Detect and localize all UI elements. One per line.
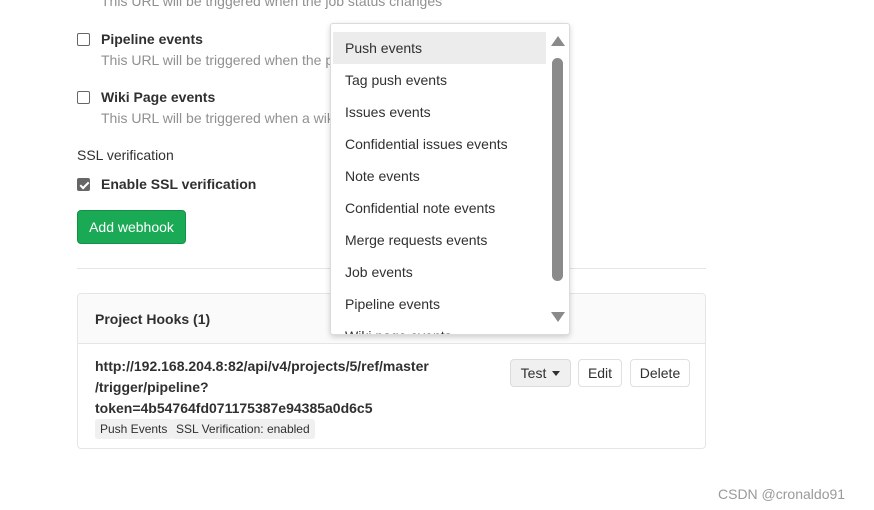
dropdown-item-merge-requests-events[interactable]: Merge requests events [333,224,546,256]
edit-button[interactable]: Edit [578,359,622,387]
dropdown-item-job-events[interactable]: Job events [333,256,546,288]
dropdown-item-confidential-note-events[interactable]: Confidential note events [333,192,546,224]
add-webhook-button[interactable]: Add webhook [77,210,186,244]
pipeline-events-help: This URL will be triggered when the p [101,52,334,68]
scroll-up-arrow-icon[interactable] [551,36,565,46]
dropdown-item-tag-push-events[interactable]: Tag push events [333,64,546,96]
wiki-events-checkbox[interactable] [77,91,90,104]
wiki-events-label[interactable]: Wiki Page events [101,89,215,105]
test-dropdown-button[interactable]: Test [510,359,571,387]
ssl-checkbox[interactable] [77,178,90,191]
dropdown-item-wiki-page-events[interactable]: Wiki page events [333,320,546,334]
hook-url-line-3: token=4b54764fd071175387e94385a0d6c5 [95,400,373,416]
ssl-verification-badge: SSL Verification: enabled [171,419,315,439]
hook-url-line-1: http://192.168.204.8:82/api/v4/projects/… [95,358,429,374]
scroll-down-arrow-icon[interactable] [551,312,565,322]
panel-title: Project Hooks (1) [95,311,211,327]
scrollbar-thumb[interactable] [552,58,563,281]
dropdown-item-note-events[interactable]: Note events [333,160,546,192]
ssl-label[interactable]: Enable SSL verification [101,176,256,192]
hook-url-line-2: /trigger/pipeline? [95,379,209,395]
caret-down-icon [552,370,561,376]
dropdown-item-pipeline-events[interactable]: Pipeline events [333,288,546,320]
dropdown-item-push-events[interactable]: Push events [333,32,546,64]
test-dropdown-menu: Push events Tag push events Issues event… [330,23,570,335]
pipeline-events-checkbox[interactable] [77,33,90,46]
ssl-section-label: SSL verification [77,147,174,163]
dropdown-item-issues-events[interactable]: Issues events [333,96,546,128]
push-events-badge: Push Events [95,419,173,439]
wiki-events-help: This URL will be triggered when a wik [101,110,334,126]
pipeline-events-label[interactable]: Pipeline events [101,31,203,47]
watermark: CSDN @cronaldo91 [718,486,846,502]
test-button-label: Test [520,365,547,381]
job-events-help: This URL will be triggered when the job … [101,0,443,9]
delete-button[interactable]: Delete [630,359,690,387]
dropdown-item-confidential-issues-events[interactable]: Confidential issues events [333,128,546,160]
